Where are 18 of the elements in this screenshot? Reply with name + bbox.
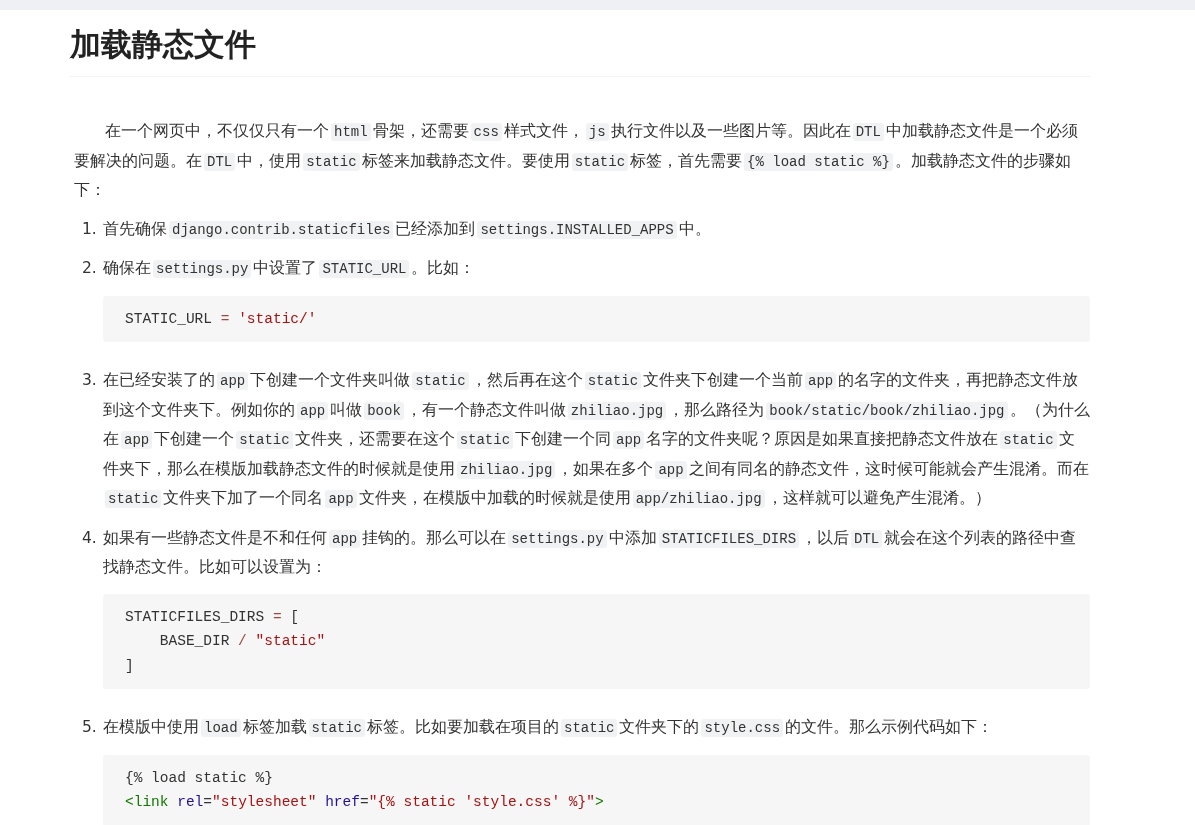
page-title: 加载静态文件: [70, 25, 257, 64]
code-line: STATIC_URL = 'static/': [125, 309, 317, 329]
list-item-text: 在模版中使用 load 标签加载 static 标签。比如要加载在项目的 static 文件夹下的 style.css 的文件。那么示例代码如下：: [103, 717, 995, 739]
list-item-text: 在已经安装了的 app 下创建一个文件夹叫做 static ，然后再在这个 static 文件夹下创建一个当前 app 的名字的文件夹，再把静态文件放到这个文件夹下。例如你的 app 叫做 book ，有一个静态文件叫做 zhiliao.jpg ，那么路径为 book/static/book/zhiliao.jpg 。（为什么在 app 下创建一个 static 文件夹，还需要在这个 static 下创建一个同 app 名字的文件夹呢？原因是如果直接把静态文件放在 static 文件夹下，那么在模版加载静态文件的时候就是使用 zhiliao.jpg ，如果在多个 app 之间有同名的静态文件，这时候可能就会产生混淆。而在 static 文件夹下加了一个同名 app 文件夹，在模版中加载的时候就是使用 app/zhiliao.jpg ，这样就可以避免产生混淆。）: [103, 370, 1090, 510]
code-line: {% load static %}: [125, 768, 273, 788]
paragraph: 在一个网页中，不仅仅只有一个 html 骨架，还需要 css 样式文件， js 执行文件以及一些图片等。因此在 DTL 中加载静态文件是一个必须要解决的问题。在 DTL 中，使用 static 标签来加载静态文件。要使用 static 标签，首先需要 {% load static %} 。加载静态文件的步骤如下：: [73, 121, 1079, 201]
code-line: STATICFILES_DIRS = [: [125, 607, 300, 627]
list-number: 5.: [82, 717, 98, 738]
code-line: <link rel="stylesheet" href="{% static 'style.css' %}">: [125, 793, 604, 812]
list-item-text: 确保在 settings.py 中设置了 STATIC_URL 。比如：: [103, 258, 477, 280]
list-number: 4.: [82, 527, 98, 549]
list-number: 2.: [82, 258, 98, 279]
code-line: BASE_DIR / "static": [158, 632, 326, 651]
list-item-text: 如果有一些静态文件是不和任何 app 挂钩的。那么可以在 settings.py 中添加 STATICFILES_DIRS ，以后 DTL 就会在这个列表的路径中查找静态文件。比如可以设置为：: [103, 527, 1078, 578]
list-item-text: 首先确保 django.contrib.staticfiles 已经添加到 settings.INSTALLED_APPS 中。: [103, 218, 712, 241]
list-number: 1.: [82, 218, 98, 240]
list-number: 3.: [82, 370, 98, 391]
code-line: ]: [125, 656, 134, 676]
